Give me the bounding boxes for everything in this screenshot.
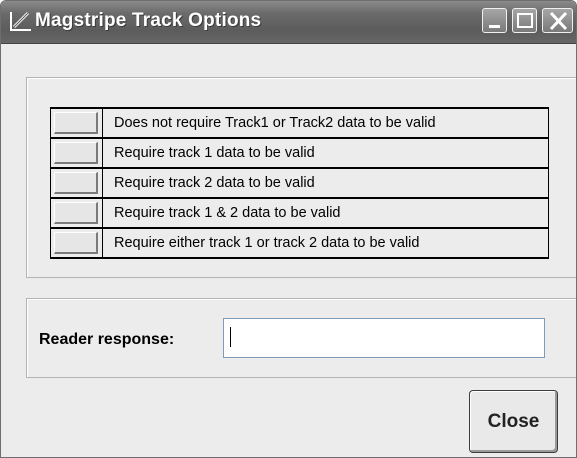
option-select-button[interactable] xyxy=(54,232,98,254)
option-row: Require track 2 data to be valid xyxy=(51,169,548,199)
option-label: Does not require Track1 or Track2 data t… xyxy=(114,115,436,131)
window-close-button[interactable] xyxy=(542,8,573,33)
pen-chart-icon xyxy=(9,10,33,32)
close-icon xyxy=(549,11,568,31)
minimize-icon xyxy=(489,25,500,28)
row-divider xyxy=(102,229,103,257)
option-label: Require track 2 data to be valid xyxy=(114,175,315,191)
reader-response-label: Reader response: xyxy=(39,331,175,348)
row-divider xyxy=(102,169,103,197)
title-bar[interactable]: Magstripe Track Options xyxy=(1,1,576,44)
close-button[interactable]: Close xyxy=(469,390,558,453)
row-divider xyxy=(102,139,103,167)
row-divider xyxy=(102,199,103,227)
option-select-button[interactable] xyxy=(54,112,98,134)
option-row: Require track 1 data to be valid xyxy=(51,139,548,169)
option-row: Require either track 1 or track 2 data t… xyxy=(51,229,548,259)
magstripe-dialog: Magstripe Track Options Does not require… xyxy=(0,0,577,458)
option-row: Does not require Track1 or Track2 data t… xyxy=(51,109,548,139)
option-select-button[interactable] xyxy=(54,172,98,194)
maximize-button[interactable] xyxy=(512,8,537,33)
minimize-button[interactable] xyxy=(482,8,507,33)
reader-response-field[interactable] xyxy=(223,318,545,358)
option-label: Require either track 1 or track 2 data t… xyxy=(114,235,420,251)
option-select-button[interactable] xyxy=(54,142,98,164)
option-row: Require track 1 & 2 data to be valid xyxy=(51,199,548,229)
option-select-button[interactable] xyxy=(54,202,98,224)
option-label: Require track 1 & 2 data to be valid xyxy=(114,205,341,221)
row-divider xyxy=(102,109,103,137)
text-caret xyxy=(230,327,231,347)
maximize-icon xyxy=(517,13,533,28)
option-label: Require track 1 data to be valid xyxy=(114,145,315,161)
window-title: Magstripe Track Options xyxy=(35,10,262,31)
track-options-table: Does not require Track1 or Track2 data t… xyxy=(50,107,549,259)
